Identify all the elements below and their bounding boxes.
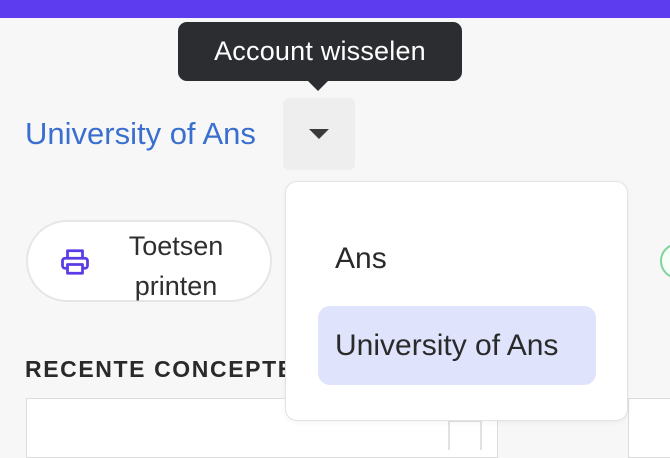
top-bar <box>0 0 670 18</box>
status-circle-icon[interactable] <box>660 243 670 279</box>
caret-down-icon <box>309 129 329 139</box>
tooltip-text: Account wisselen <box>214 36 426 66</box>
account-switch-button[interactable] <box>283 98 355 170</box>
recent-concepts-heading: RECENTE CONCEPTE <box>25 356 295 382</box>
tooltip-arrow <box>307 80 329 91</box>
document-icon <box>448 420 482 450</box>
print-label-line2: printen <box>134 271 218 301</box>
concept-card-secondary[interactable] <box>628 398 670 458</box>
printer-icon <box>61 249 89 275</box>
account-option-university-of-ans[interactable]: University of Ans <box>318 306 596 385</box>
current-account-name[interactable]: University of Ans <box>25 113 256 155</box>
print-tests-label: Toetsen printen <box>116 226 236 306</box>
switch-account-tooltip: Account wisselen <box>178 22 462 81</box>
print-tests-button[interactable]: Toetsen printen <box>26 220 272 302</box>
account-dropdown-menu: Ans University of Ans <box>285 181 628 421</box>
account-option-ans[interactable]: Ans <box>318 219 596 298</box>
print-label-line1: Toetsen <box>128 231 224 261</box>
